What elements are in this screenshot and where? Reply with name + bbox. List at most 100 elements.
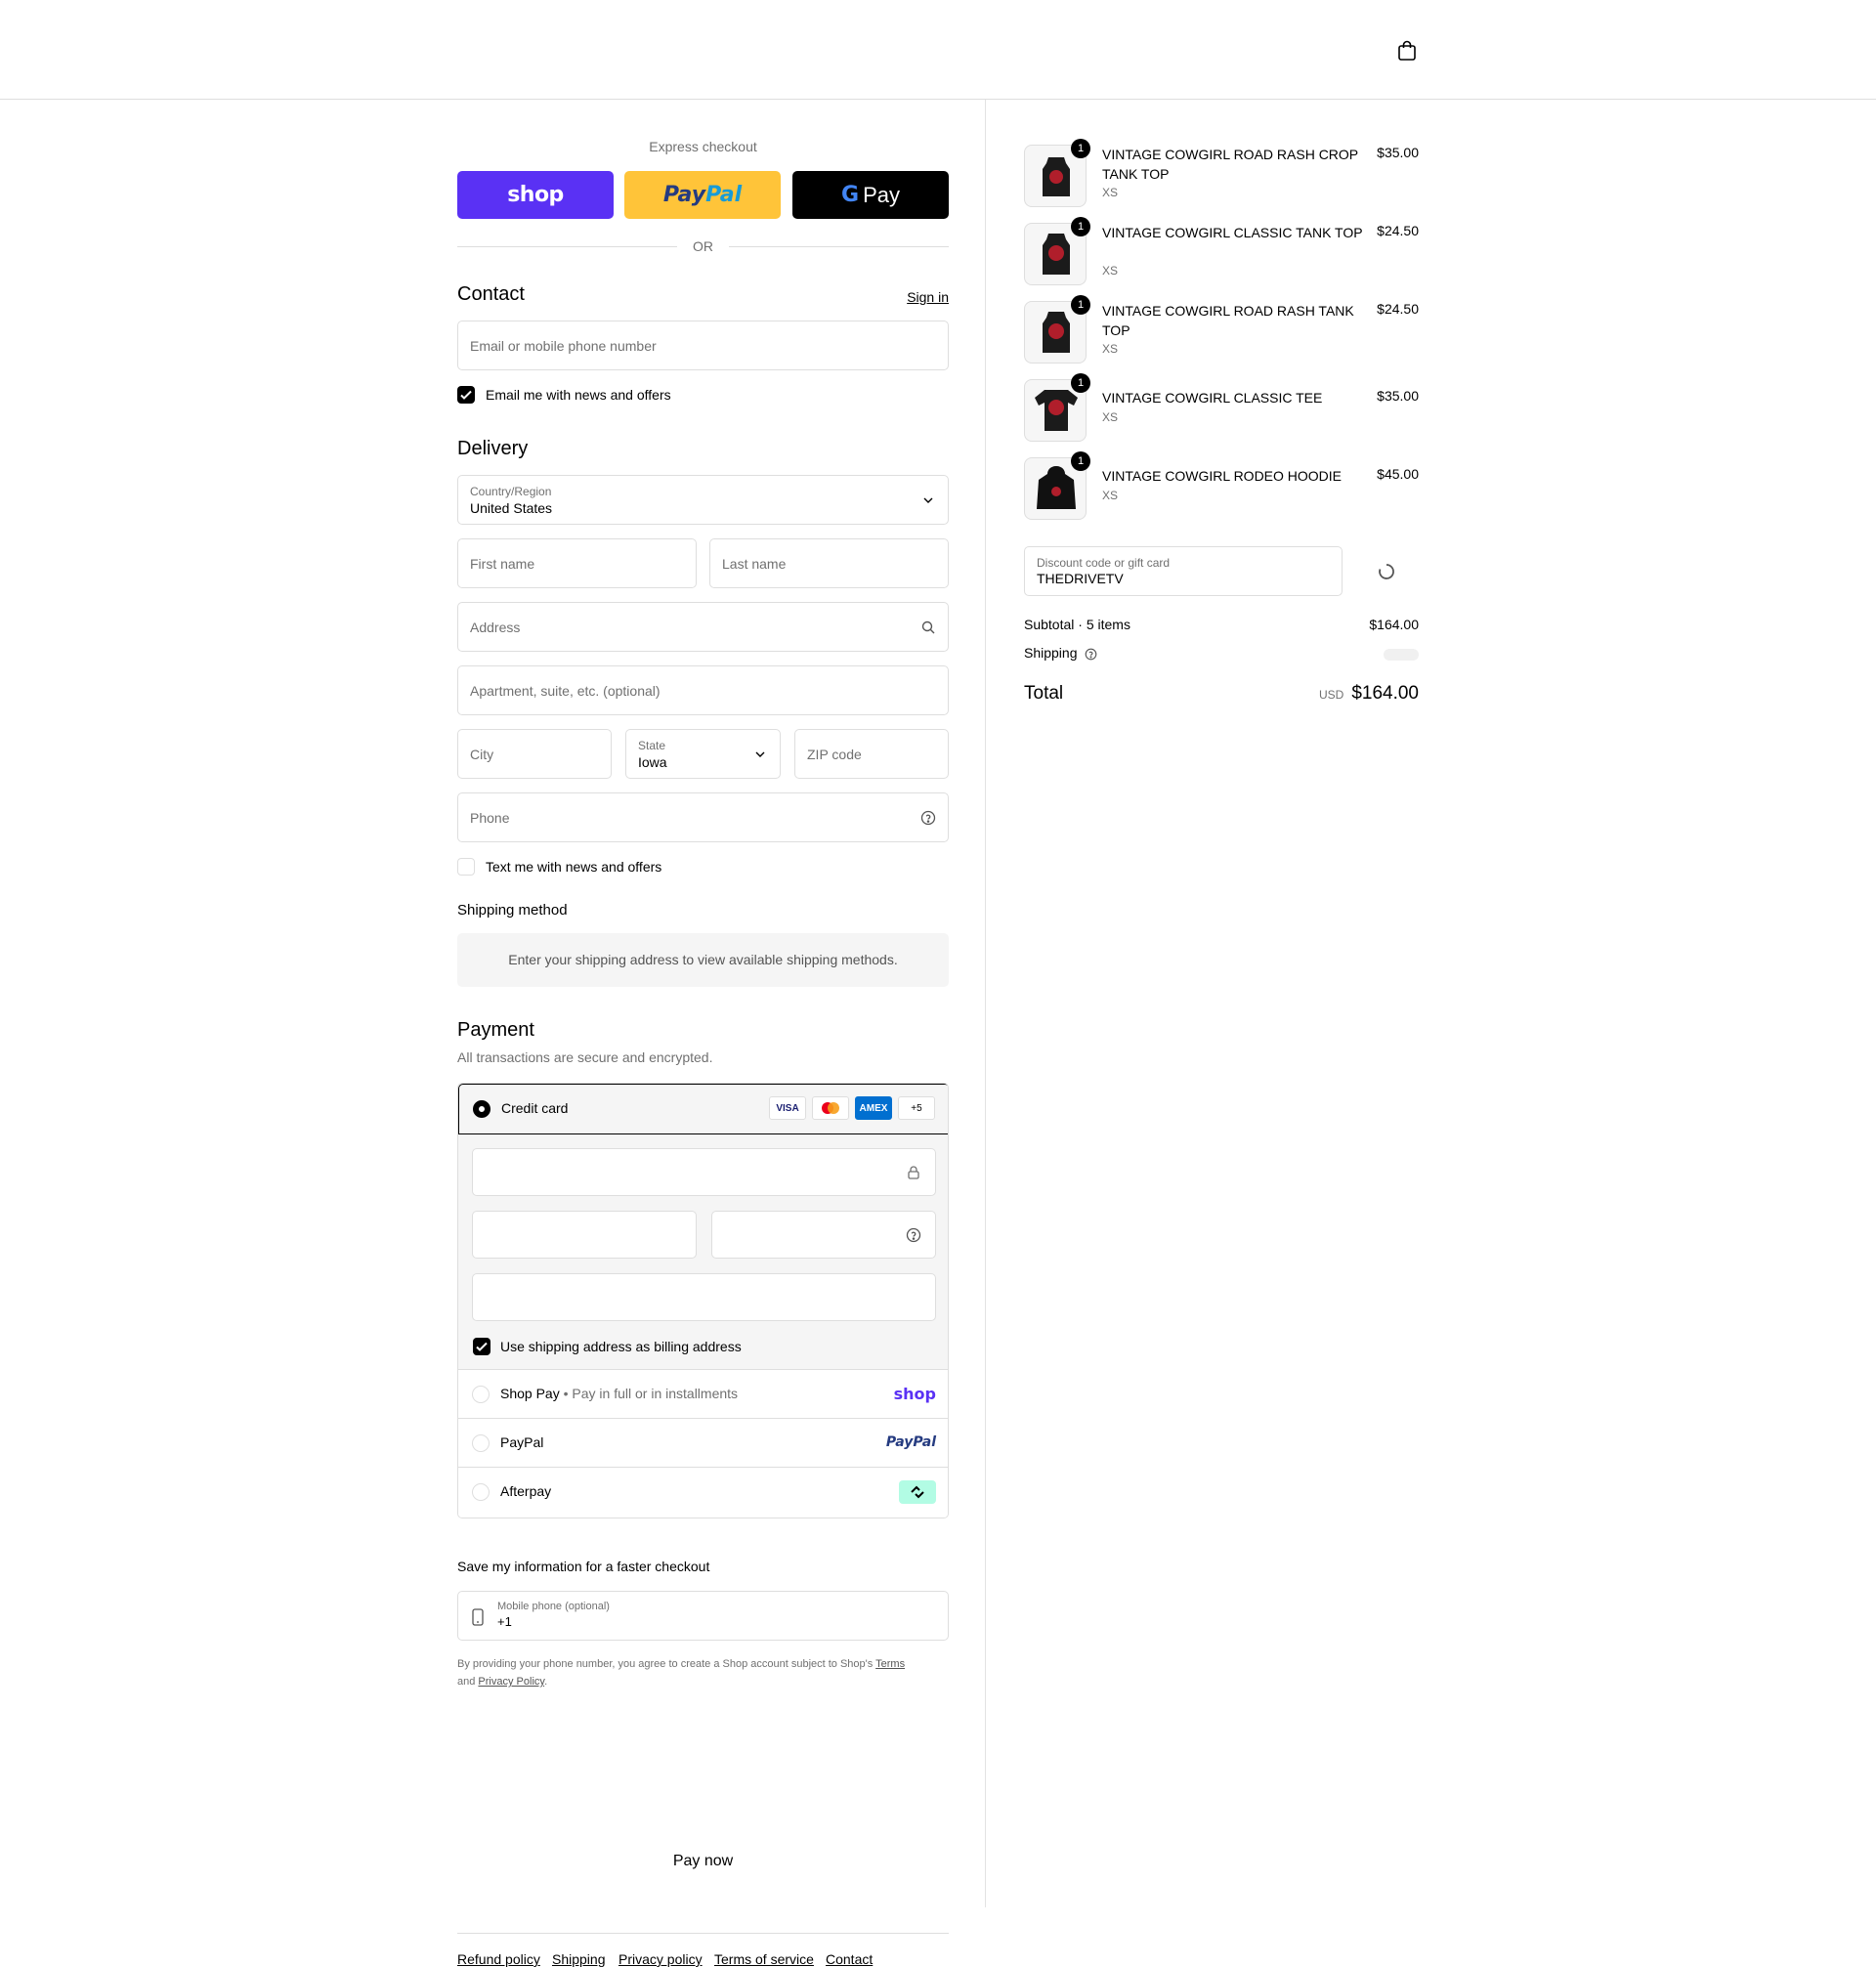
google-pay-express-button[interactable]: G Pay: [792, 171, 949, 219]
item-name: VINTAGE COWGIRL ROAD RASH CROP TANK TOP: [1102, 147, 1358, 182]
item-size: XS: [1102, 186, 1119, 199]
zip-field[interactable]: ZIP code: [794, 729, 949, 779]
cart-item: 1 VINTAGE COWGIRL ROAD RASH TANK TOP XS …: [1024, 295, 1419, 369]
chevron-down-icon: [755, 751, 765, 757]
item-size: XS: [1102, 489, 1119, 502]
email-field[interactable]: Email or mobile phone number: [457, 321, 949, 370]
credit-card-option[interactable]: Credit card VISA AMEX +5: [458, 1084, 948, 1134]
amex-icon: AMEX: [855, 1096, 892, 1120]
city-field[interactable]: City: [457, 729, 612, 779]
payment-subtitle: All transactions are secure and encrypte…: [457, 1049, 713, 1065]
email-news-checkbox[interactable]: [457, 386, 475, 404]
item-price: $35.00: [1377, 145, 1419, 160]
google-g-icon: G: [841, 183, 860, 207]
phone-device-icon: [472, 1608, 484, 1626]
state-select[interactable]: State Iowa: [625, 729, 781, 779]
total-value: $164.00: [1351, 683, 1419, 704]
contact-link[interactable]: Contact: [826, 1951, 873, 1967]
sign-in-link[interactable]: Sign in: [907, 289, 949, 305]
pay-now-button[interactable]: Pay now: [457, 1843, 949, 1880]
payment-title: Payment: [457, 1019, 534, 1041]
subtotal-value: $164.00: [1369, 617, 1419, 632]
address-field[interactable]: Address: [457, 602, 949, 652]
header: [0, 0, 1876, 100]
item-size: XS: [1102, 410, 1119, 424]
item-price: $35.00: [1377, 388, 1419, 404]
payment-methods: Credit card VISA AMEX +5 Use shipping ad…: [457, 1083, 949, 1518]
phone-field[interactable]: Phone: [457, 792, 949, 842]
mobile-phone-field[interactable]: Mobile phone (optional) +1: [457, 1591, 949, 1641]
item-price: $24.50: [1377, 301, 1419, 317]
shipping-method-title: Shipping method: [457, 902, 568, 919]
privacy-policy-link[interactable]: Privacy policy: [618, 1951, 703, 1967]
cart-item: 1 VINTAGE COWGIRL CLASSIC TEE XS $35.00: [1024, 373, 1419, 448]
quantity-badge: 1: [1071, 373, 1090, 393]
apartment-field[interactable]: Apartment, suite, etc. (optional): [457, 665, 949, 715]
afterpay-option[interactable]: Afterpay: [458, 1467, 948, 1518]
first-name-field[interactable]: First name: [457, 538, 697, 588]
cart-bag-icon[interactable]: [1395, 39, 1419, 63]
quantity-badge: 1: [1071, 295, 1090, 315]
paypal-option[interactable]: PayPal PayPal: [458, 1418, 948, 1467]
contact-title: Contact: [457, 283, 525, 305]
shipping-method-message: Enter your shipping address to view avai…: [457, 933, 949, 987]
shop-pay-radio[interactable]: [472, 1386, 490, 1403]
quantity-badge: 1: [1071, 217, 1090, 236]
terms-link[interactable]: Terms: [875, 1658, 905, 1670]
search-icon: [921, 620, 935, 634]
order-summary-panel: [985, 100, 1876, 1907]
shop-pay-express-button[interactable]: shop: [457, 171, 614, 219]
credit-card-radio[interactable]: [473, 1100, 490, 1118]
total-amount: USD $164.00: [1319, 683, 1419, 705]
last-name-field[interactable]: Last name: [709, 538, 949, 588]
item-name: VINTAGE COWGIRL ROAD RASH TANK TOP: [1102, 303, 1354, 338]
billing-address-label: Use shipping address as billing address: [500, 1339, 742, 1354]
paypal-express-button[interactable]: Pay Pal: [624, 171, 781, 219]
terms-of-service-link[interactable]: Terms of service: [714, 1951, 814, 1967]
lock-icon: [908, 1166, 919, 1179]
cart-item: 1 VINTAGE COWGIRL RODEO HOODIE XS $45.00: [1024, 451, 1419, 526]
expiration-date-field[interactable]: [472, 1211, 697, 1259]
security-code-field[interactable]: [711, 1211, 936, 1259]
refund-policy-link[interactable]: Refund policy: [457, 1951, 540, 1967]
discount-code-field[interactable]: Discount code or gift card THEDRIVETV: [1024, 546, 1343, 596]
help-circle-icon[interactable]: [920, 810, 936, 826]
item-name: VINTAGE COWGIRL RODEO HOODIE: [1102, 468, 1343, 484]
afterpay-label: Afterpay: [500, 1483, 552, 1499]
email-news-label: Email me with news and offers: [486, 387, 671, 403]
item-name: VINTAGE COWGIRL CLASSIC TANK TOP: [1102, 225, 1363, 240]
text-news-checkbox[interactable]: [457, 858, 475, 876]
shop-pay-sublabel: Pay in full or in installments: [572, 1386, 739, 1401]
country-select[interactable]: Country/Region United States: [457, 475, 949, 525]
billing-address-checkbox[interactable]: [473, 1338, 490, 1355]
express-checkout-label: Express checkout: [649, 139, 757, 154]
name-on-card-field[interactable]: [472, 1273, 936, 1321]
shipping-policy-link[interactable]: Shipping: [552, 1951, 606, 1967]
card-details-panel: Use shipping address as billing address: [458, 1134, 948, 1369]
cart-item: 1 VINTAGE COWGIRL CLASSIC TANK TOP XS $2…: [1024, 217, 1419, 291]
shop-pay-logo: shop: [893, 1385, 936, 1403]
cart-item: 1 VINTAGE COWGIRL ROAD RASH CROP TANK TO…: [1024, 139, 1419, 213]
mastercard-icon: [812, 1096, 849, 1120]
item-price: $24.50: [1377, 223, 1419, 238]
shipping-loading-placeholder: [1384, 649, 1419, 661]
help-circle-icon[interactable]: [906, 1227, 921, 1243]
paypal-logo: PayPal: [885, 1434, 936, 1450]
privacy-link[interactable]: Privacy Policy: [478, 1676, 544, 1688]
chevron-down-icon: [923, 497, 933, 503]
afterpay-radio[interactable]: [472, 1483, 490, 1501]
paypal-radio[interactable]: [472, 1434, 490, 1452]
footer-divider: [457, 1933, 949, 1934]
or-divider: OR: [457, 236, 949, 256]
help-circle-icon[interactable]: [1085, 648, 1097, 661]
item-price: $45.00: [1377, 466, 1419, 482]
quantity-badge: 1: [1071, 451, 1090, 471]
shop-pay-option[interactable]: Shop Pay • Pay in full or in installment…: [458, 1369, 948, 1418]
text-news-label: Text me with news and offers: [486, 859, 662, 875]
delivery-title: Delivery: [457, 438, 529, 459]
item-size: XS: [1102, 342, 1119, 356]
credit-card-label: Credit card: [501, 1100, 569, 1116]
card-number-field[interactable]: [472, 1148, 936, 1196]
more-cards-badge: +5: [898, 1096, 935, 1120]
afterpay-logo-icon: [899, 1480, 936, 1504]
